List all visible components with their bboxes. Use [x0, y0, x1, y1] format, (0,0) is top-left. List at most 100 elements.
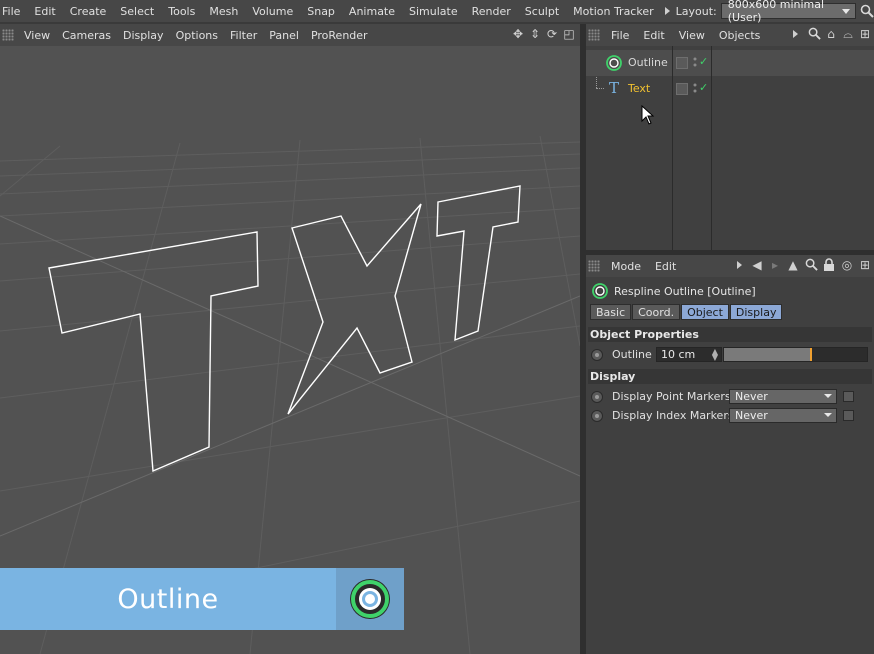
maximize-icon[interactable]: ◰	[562, 27, 576, 41]
forward-arrow-icon[interactable]: ▸	[768, 258, 782, 272]
menu-tools[interactable]: Tools	[161, 5, 202, 18]
respline-outline-icon	[592, 283, 608, 299]
3d-viewport[interactable]	[0, 46, 580, 654]
tab-display[interactable]: Display	[729, 304, 783, 320]
layout-select[interactable]: 800x600 minimal (User)	[720, 0, 856, 24]
menu-create[interactable]: Create	[63, 5, 114, 18]
arrows-icon[interactable]: ⇕	[528, 27, 542, 41]
menu-mesh[interactable]: Mesh	[202, 5, 245, 18]
attribute-tabs: Basic Coord. Object Display	[590, 304, 783, 320]
om-menu-view[interactable]: View	[672, 29, 712, 42]
display-point-markers-select[interactable]: Never	[729, 389, 837, 404]
world-axes	[0, 215, 580, 537]
object-manager-menubar: File Edit View Objects ⌂ ⌓ ⊞	[586, 24, 874, 46]
section-object-properties: Object Properties	[588, 327, 872, 342]
home-icon[interactable]: ⌂	[824, 27, 838, 41]
viewport-menubar: View Cameras Display Options Filter Pane…	[0, 24, 580, 46]
rotate-icon[interactable]: ⟳	[545, 27, 559, 41]
object-row-outline[interactable]: Outline ✓	[586, 50, 874, 76]
display-index-markers-label: Display Index Markers	[612, 409, 734, 422]
move-icon[interactable]: ✥	[511, 27, 525, 41]
menu-motion-tracker[interactable]: Motion Tracker	[566, 5, 660, 18]
menu-animate[interactable]: Animate	[342, 5, 402, 18]
outline-value: 10 cm	[661, 348, 696, 361]
am-menu-mode[interactable]: Mode	[604, 260, 648, 273]
search-icon[interactable]	[860, 4, 874, 18]
panel-grip-icon[interactable]	[588, 29, 600, 41]
lower-third-icon-box	[336, 568, 404, 630]
am-overflow-arrow-icon[interactable]	[737, 261, 742, 269]
menu-sculpt[interactable]: Sculpt	[518, 5, 566, 18]
om-menu-objects[interactable]: Objects	[712, 29, 768, 42]
display-point-markers-checkbox[interactable]	[843, 391, 854, 402]
object-name[interactable]: Outline	[628, 56, 668, 69]
lower-third-banner: Outline	[0, 568, 404, 630]
viewport-menu-view[interactable]: View	[18, 29, 56, 42]
new-window-icon[interactable]: ⊞	[858, 258, 872, 272]
outline-value-field[interactable]: 10 cm ▲ ▼	[656, 347, 722, 362]
tab-basic[interactable]: Basic	[590, 304, 632, 320]
target-icon[interactable]: ◎	[840, 258, 854, 272]
attribute-manager-menubar: Mode Edit ◀ ▸ ▲ ◎ ⊞	[586, 255, 874, 277]
section-display: Display	[588, 369, 872, 384]
menu-snap[interactable]: Snap	[300, 5, 342, 18]
menu-overflow-arrow-icon[interactable]	[664, 7, 670, 15]
slider-handle[interactable]	[810, 348, 812, 361]
menu-file[interactable]: File	[0, 5, 27, 18]
chevron-down-icon	[842, 9, 850, 14]
viewport-menu-filter[interactable]: Filter	[224, 29, 263, 42]
main-menubar: File Edit Create Select Tools Mesh Volum…	[0, 0, 874, 24]
om-menu-edit[interactable]: Edit	[636, 29, 671, 42]
visibility-dots-icon[interactable]	[692, 81, 698, 95]
om-overflow-arrow-icon[interactable]	[793, 30, 798, 38]
am-toolbar-icons: ◀ ▸ ▲ ◎ ⊞	[737, 258, 872, 272]
animate-radio[interactable]	[591, 391, 603, 403]
stepper-arrows-icon[interactable]: ▲ ▼	[712, 348, 718, 362]
viewport-menu-prorender[interactable]: ProRender	[305, 29, 374, 42]
object-manager[interactable]: Outline ✓ T Text ✓	[586, 46, 874, 250]
mouse-cursor-icon	[641, 105, 655, 125]
enabled-check-icon[interactable]: ✓	[699, 81, 708, 94]
object-row-text[interactable]: T Text ✓	[586, 76, 874, 102]
panel-grip-icon[interactable]	[2, 29, 14, 41]
layer-icon[interactable]	[676, 83, 688, 95]
viewport-menu-cameras[interactable]: Cameras	[56, 29, 117, 42]
menu-edit[interactable]: Edit	[27, 5, 62, 18]
object-name[interactable]: Text	[628, 82, 650, 95]
tab-object[interactable]: Object	[681, 304, 729, 320]
column-separator[interactable]	[711, 46, 712, 250]
search-icon[interactable]	[804, 258, 818, 272]
display-point-markers-property: Display Point Markers Never	[586, 388, 874, 406]
menu-select[interactable]: Select	[113, 5, 161, 18]
viewport-menu-options[interactable]: Options	[170, 29, 224, 42]
menu-simulate[interactable]: Simulate	[402, 5, 465, 18]
enabled-check-icon[interactable]: ✓	[699, 55, 708, 68]
lock-icon[interactable]	[822, 258, 836, 272]
visibility-dots-icon[interactable]	[692, 55, 698, 69]
select-value: Never	[735, 390, 768, 403]
animate-radio[interactable]	[591, 349, 603, 361]
am-menu-edit[interactable]: Edit	[648, 260, 683, 273]
menu-render[interactable]: Render	[465, 5, 518, 18]
animate-radio[interactable]	[591, 410, 603, 422]
viewport-menu-panel[interactable]: Panel	[263, 29, 305, 42]
up-arrow-icon[interactable]: ▲	[786, 258, 800, 272]
new-window-icon[interactable]: ⊞	[858, 27, 872, 41]
back-arrow-icon[interactable]: ◀	[750, 258, 764, 272]
viewport-scene	[0, 135, 580, 654]
column-separator[interactable]	[672, 46, 673, 250]
attribute-title: Respline Outline [Outline]	[586, 281, 874, 301]
panel-grip-icon[interactable]	[588, 260, 600, 272]
outline-slider[interactable]	[723, 347, 868, 362]
fold-icon[interactable]: ⌓	[841, 27, 855, 41]
search-icon[interactable]	[807, 27, 821, 41]
display-index-markers-select[interactable]: Never	[729, 408, 837, 423]
viewport-menu-display[interactable]: Display	[117, 29, 170, 42]
om-menu-file[interactable]: File	[604, 29, 636, 42]
viewport-nav-icons: ✥ ⇕ ⟳ ◰	[511, 27, 576, 41]
menu-volume[interactable]: Volume	[245, 5, 300, 18]
layer-icon[interactable]	[676, 57, 688, 69]
display-index-markers-checkbox[interactable]	[843, 410, 854, 421]
tab-coord[interactable]: Coord.	[632, 304, 681, 320]
layout-select-value: 800x600 minimal (User)	[727, 0, 825, 24]
